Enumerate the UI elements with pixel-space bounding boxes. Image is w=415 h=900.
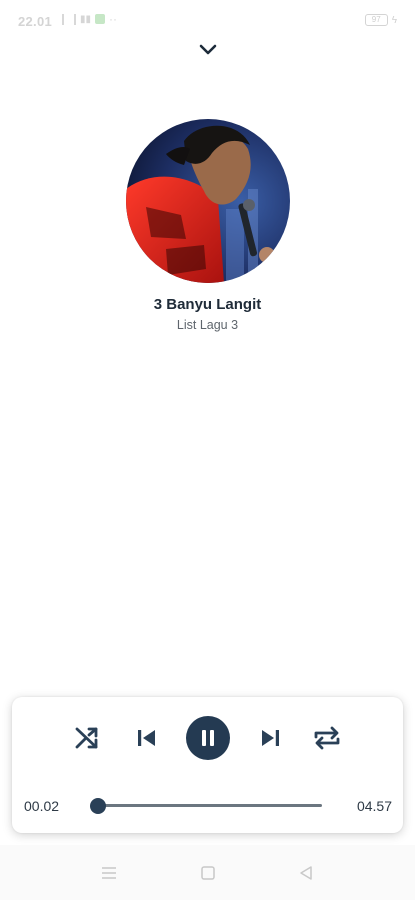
- home-button[interactable]: [196, 863, 220, 883]
- collapse-button[interactable]: [195, 38, 221, 62]
- more-notifications-icon: ··: [109, 12, 118, 26]
- back-button[interactable]: [294, 863, 318, 883]
- next-button[interactable]: [255, 722, 285, 754]
- repeat-button[interactable]: [310, 722, 344, 754]
- repeat-icon: [314, 726, 340, 750]
- album-art: [126, 119, 290, 283]
- player-controls-card: 00.02 04.57: [12, 697, 403, 833]
- system-nav-bar: [0, 845, 415, 900]
- previous-button[interactable]: [132, 722, 162, 754]
- seek-bar[interactable]: [89, 796, 322, 816]
- home-icon: [201, 866, 215, 880]
- recent-apps-button[interactable]: [97, 863, 121, 883]
- skip-previous-icon: [138, 730, 155, 746]
- shuffle-icon: [75, 727, 98, 749]
- battery-icon: 97: [364, 14, 388, 26]
- playlist-name: List Lagu 3: [176, 318, 239, 332]
- signal-icon: [62, 13, 76, 25]
- charging-icon: ϟ: [391, 14, 397, 26]
- status-icons: ▮▮ ··: [62, 12, 117, 26]
- skip-next-icon: [262, 730, 279, 746]
- pause-icon: [202, 730, 214, 746]
- track-title: 3 Banyu Langit: [153, 296, 262, 313]
- seek-thumb[interactable]: [89, 798, 106, 814]
- status-bar: 22.01 ▮▮ ·· 97 ϟ: [0, 0, 415, 40]
- pause-button[interactable]: [186, 716, 230, 760]
- menu-icon: [102, 867, 116, 879]
- battery-indicator: 97 ϟ: [364, 14, 397, 26]
- seek-track: [96, 804, 322, 807]
- shuffle-button[interactable]: [72, 722, 104, 754]
- total-time: 04.57: [356, 798, 392, 814]
- current-time: 00.02: [24, 798, 60, 814]
- notification-icon: [95, 14, 106, 24]
- status-time: 22.01: [18, 14, 53, 29]
- chevron-down-icon: [199, 44, 217, 55]
- back-icon: [300, 866, 312, 880]
- network-speed-icon: ▮▮: [80, 13, 92, 25]
